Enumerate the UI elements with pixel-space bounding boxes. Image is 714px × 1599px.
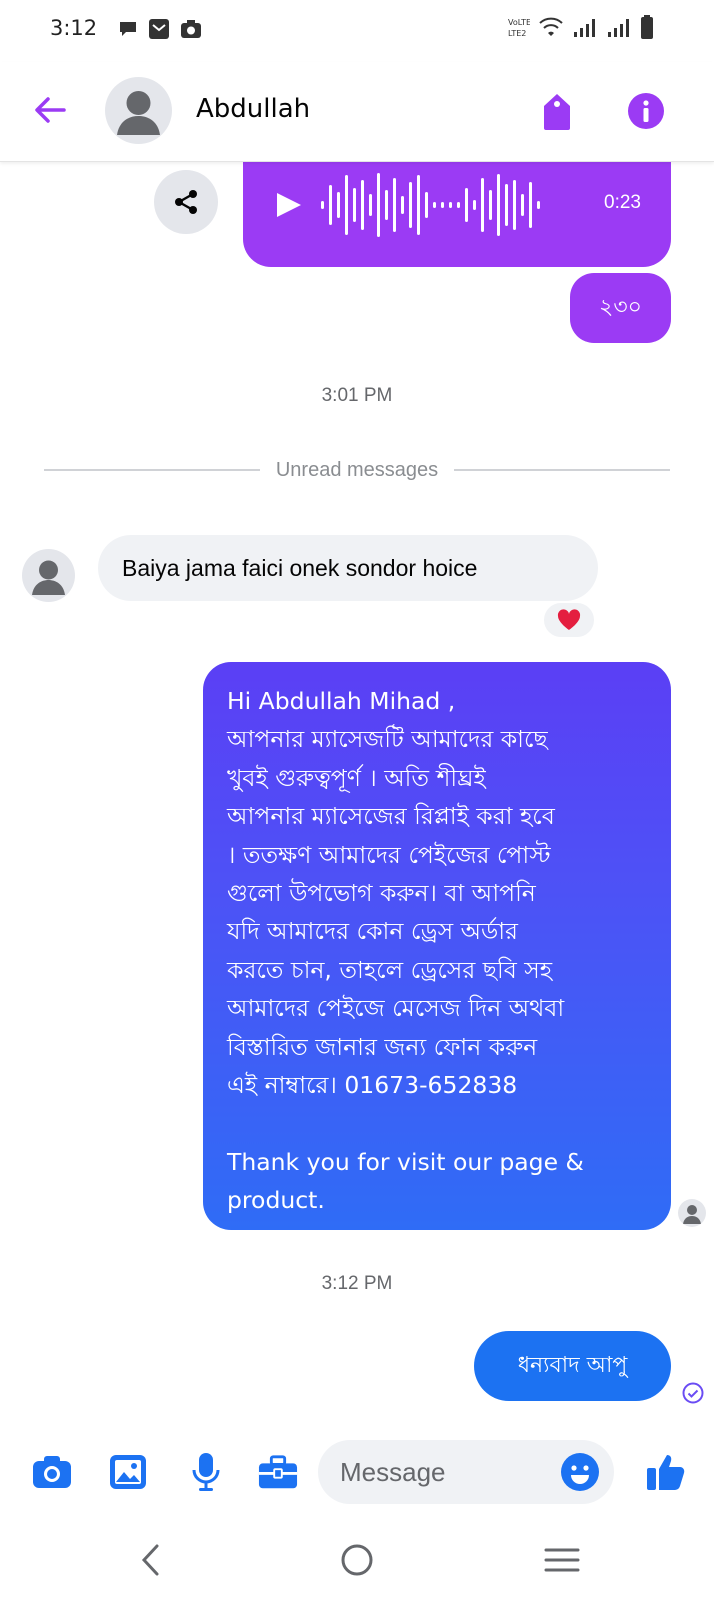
unread-divider: Unread messages <box>44 455 670 485</box>
default-avatar-icon <box>117 91 160 135</box>
audio-duration: 0:23 <box>604 192 641 213</box>
system-icons: VoLTE LTE2 <box>506 14 654 40</box>
microphone-icon <box>192 1453 220 1491</box>
message-line: Thank you for visit our page & <box>227 1147 584 1176</box>
nav-home-button[interactable] <box>335 1538 379 1582</box>
message-line: বিস্তারিত জানার জন্য ফোন করুন <box>227 1032 538 1061</box>
tag-button[interactable] <box>538 90 576 132</box>
voice-button[interactable] <box>186 1452 226 1492</box>
message-line: product. <box>227 1186 325 1215</box>
tag-icon <box>544 94 570 130</box>
read-receipt-avatar <box>678 1199 706 1227</box>
emoji-icon <box>561 1453 599 1491</box>
message-line <box>227 1104 649 1142</box>
camera-icon <box>33 1456 71 1488</box>
message-line: যদি আমাদের কোন ড্রেস অর্ডার <box>227 917 518 946</box>
message-line: খুবই গুরুত্বপূর্ণ । অতি শীঘ্রই <box>227 763 486 792</box>
info-icon <box>628 93 664 129</box>
battery-icon <box>641 15 653 39</box>
wifi-icon <box>539 17 563 36</box>
heart-reaction[interactable] <box>542 601 596 639</box>
divider-line-right <box>454 469 670 471</box>
sender-avatar[interactable] <box>22 549 75 602</box>
contact-name[interactable]: Abdullah <box>196 94 310 124</box>
message-timestamp: 3:12 PM <box>321 1273 393 1294</box>
camera-button[interactable] <box>32 1452 72 1492</box>
message-timestamp: 3:01 PM <box>321 385 393 406</box>
signal-2-icon <box>608 19 629 37</box>
message-line: আমাদের পেইজে মেসেজ দিন অথবা <box>227 994 565 1023</box>
share-icon <box>175 190 197 214</box>
message-line: করতে চান, তাহলে ড্রেসের ছবি সহ <box>227 955 553 984</box>
outgoing-message-bubble[interactable]: ধন্যবাদ আপু <box>474 1331 671 1401</box>
message-line: Hi Abdullah Mihad , <box>227 687 456 715</box>
default-avatar-icon <box>683 1205 701 1224</box>
message-line: । ততক্ষণ আমাদের পেইজের পোস্ট <box>227 840 551 869</box>
outgoing-message-bubble[interactable]: ২৩০ <box>570 273 671 343</box>
notification-icons <box>118 18 202 40</box>
delivered-check-icon <box>682 1382 704 1404</box>
unread-label: Unread messages <box>275 458 439 481</box>
gallery-button[interactable] <box>108 1452 148 1492</box>
auto-reply-message-bubble[interactable]: Hi Abdullah Mihad , আপনার ম্যাসেজটি আমাদ… <box>203 662 671 1230</box>
briefcase-icon <box>258 1455 298 1489</box>
play-icon[interactable] <box>273 190 303 220</box>
message-line: আপনার ম্যাসেজের রিপ্লাই করা হবে <box>227 802 555 831</box>
heart-icon <box>557 609 581 630</box>
image-icon <box>110 1455 146 1489</box>
message-line: আপনার ম্যাসেজটি আমাদের কাছে <box>227 725 548 754</box>
system-navigation-bar <box>0 1520 714 1599</box>
nav-recents-button[interactable] <box>540 1538 584 1582</box>
contact-avatar[interactable] <box>105 77 172 144</box>
chevron-left-icon <box>141 1544 159 1576</box>
arrow-left-icon <box>35 97 66 123</box>
thumbs-up-icon <box>647 1455 685 1490</box>
menu-icon <box>544 1548 580 1572</box>
info-button[interactable] <box>627 92 665 130</box>
home-circle-icon <box>341 1544 373 1576</box>
message-line: এই নাম্বারে। 01673-652838 <box>227 1071 518 1100</box>
signal-1-icon <box>574 19 595 37</box>
like-button[interactable] <box>646 1452 686 1492</box>
chat-notification-icon <box>120 22 136 36</box>
svg-text:LTE2: LTE2 <box>508 29 526 38</box>
incoming-message-bubble[interactable]: Baiya jama faici onek sondor hoice <box>98 535 598 601</box>
divider-line-left <box>44 469 260 471</box>
audio-waveform[interactable] <box>321 170 561 240</box>
message-line: গুলো উপভোগ করুন। বা আপনি <box>227 879 536 908</box>
status-time: 3:12 <box>50 16 98 40</box>
back-button[interactable] <box>28 88 72 132</box>
nav-back-button[interactable] <box>130 1538 174 1582</box>
conversation-header: Abdullah <box>0 62 714 162</box>
emoji-button[interactable] <box>560 1452 600 1492</box>
status-bar: 3:12 VoLTE LTE2 <box>0 0 714 62</box>
svg-text:VoLTE: VoLTE <box>508 18 530 27</box>
audio-message-bubble[interactable]: 0:23 <box>243 162 671 267</box>
share-button[interactable] <box>154 170 218 234</box>
message-composer <box>0 1430 714 1510</box>
business-tools-button[interactable] <box>258 1452 298 1492</box>
mail-notification-icon <box>149 19 169 39</box>
volte-icon: VoLTE LTE2 <box>508 18 530 38</box>
default-avatar-icon <box>32 560 65 595</box>
camera-notification-icon <box>181 20 201 38</box>
